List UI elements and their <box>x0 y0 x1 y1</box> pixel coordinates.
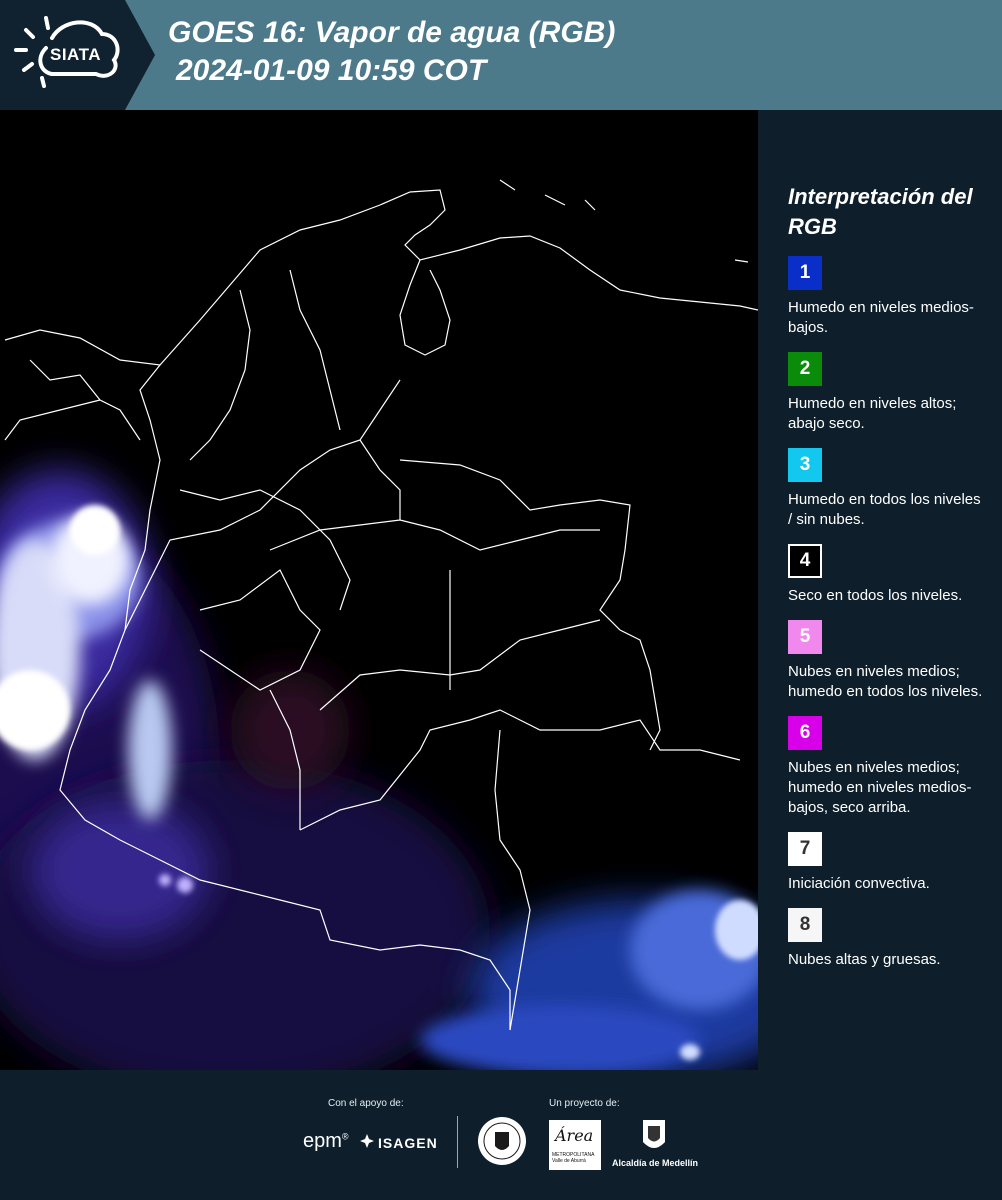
satellite-map <box>0 110 758 1070</box>
isagen-mark-icon <box>360 1134 374 1148</box>
area-subtitle: METROPOLITANA Valle de Aburrá <box>552 1152 595 1164</box>
legend-swatch: 6 <box>788 716 822 750</box>
legend-text: Seco en todos los niveles. <box>788 587 963 604</box>
legend-number: 7 <box>799 838 811 859</box>
legend-swatch: 4 <box>788 544 822 578</box>
siata-logo-text: SIATA <box>50 45 101 64</box>
epm-logo: epm® <box>303 1130 349 1153</box>
legend-item-8: 8 Nubes altas y gruesas. <box>788 908 988 970</box>
legend-item-5: 5 Nubes en niveles medios; humedo en tod… <box>788 620 988 702</box>
legend-swatch: 3 <box>788 448 822 482</box>
footer-divider <box>457 1116 458 1168</box>
legend-item-1: 1 Humedo en niveles medios-bajos. <box>788 256 988 338</box>
legend-item-2: 2 Humedo en niveles altos; abajo seco. <box>788 352 988 434</box>
legend-item-6: 6 Nubes en niveles medios; humedo en niv… <box>788 716 988 818</box>
alcaldia-text: Alcaldía de Medellín <box>612 1158 699 1168</box>
legend-number: 5 <box>799 626 811 647</box>
footer-sponsors: Con el apoyo de: Un proyecto de: epm® IS… <box>0 1070 1002 1200</box>
isagen-logo: ISAGEN <box>360 1134 438 1151</box>
legend-swatch: 5 <box>788 620 822 654</box>
legend-text: Humedo en niveles altos; abajo seco. <box>788 395 957 432</box>
legend-number: 6 <box>799 722 811 743</box>
legend-text: Nubes altas y gruesas. <box>788 951 941 968</box>
project-label: Un proyecto de: <box>549 1098 620 1109</box>
legend-number: 1 <box>799 262 811 283</box>
legend-swatch: 7 <box>788 832 822 866</box>
isagen-text: ISAGEN <box>378 1135 438 1151</box>
legend-item-7: 7 Iniciación convectiva. <box>788 832 988 894</box>
support-label: Con el apoyo de: <box>328 1098 404 1109</box>
legend-swatch: 1 <box>788 256 822 290</box>
legend-item-3: 3 Humedo en todos los niveles / sin nube… <box>788 448 988 530</box>
legend-text: Humedo en niveles medios-bajos. <box>788 299 974 336</box>
registered-mark: ® <box>341 1131 349 1142</box>
area-word: Área <box>555 1126 594 1145</box>
legend-item-4: 4 Seco en todos los niveles. <box>788 544 988 606</box>
epm-text: epm <box>303 1130 342 1152</box>
title-timestamp: 2024-01-09 10:59 COT <box>176 54 487 87</box>
legend-number: 8 <box>799 914 811 935</box>
title-product: GOES 16: Vapor de agua (RGB) <box>168 16 616 49</box>
legend-swatch: 8 <box>788 908 822 942</box>
legend-title: Interpretación del RGB <box>788 184 973 239</box>
legend-text: Humedo en todos los niveles / sin nubes. <box>788 491 981 528</box>
antioquia-seal-icon <box>478 1117 526 1165</box>
legend-text: Nubes en niveles medios; humedo en todos… <box>788 663 983 700</box>
header-bar: SIATA GOES 16: Vapor de agua (RGB) 2024-… <box>0 0 1002 110</box>
legend-number: 4 <box>799 550 811 571</box>
page-title: GOES 16: Vapor de agua (RGB) 2024-01-09 … <box>168 14 615 90</box>
legend-number: 3 <box>799 454 811 475</box>
legend-text: Iniciación convectiva. <box>788 875 930 892</box>
legend-number: 2 <box>799 358 811 379</box>
rgb-legend: Interpretación del RGB 1 Humedo en nivel… <box>788 182 988 984</box>
legend-text: Nubes en niveles medios; humedo en nivel… <box>788 759 972 816</box>
legend-swatch: 2 <box>788 352 822 386</box>
siata-logo: SIATA <box>0 0 155 110</box>
legend-items: 1 Humedo en niveles medios-bajos. 2 Hume… <box>788 256 988 970</box>
medellin-shield-icon <box>643 1120 665 1148</box>
water-vapor-image <box>0 110 758 1070</box>
area-metropolitana-logo: Área METROPOLITANA Valle de Aburrá <box>549 1120 601 1170</box>
